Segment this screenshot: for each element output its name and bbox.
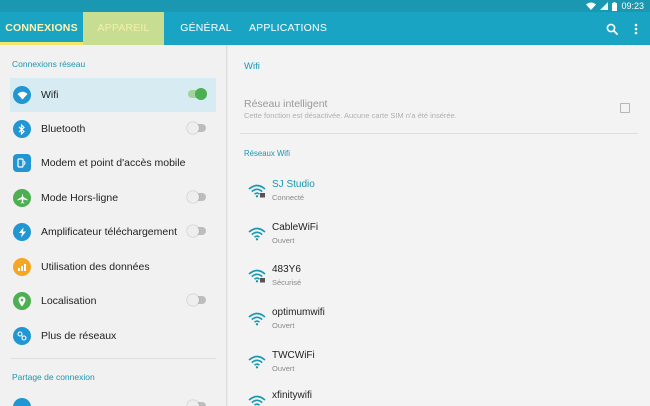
menu-item-label: Wifi [41,89,59,101]
network-name: TWCWiFi [272,350,315,361]
wifi-secured-icon [248,184,266,198]
menu-item-modem[interactable]: Modem et point d'accès mobile [10,146,216,180]
wifi-status-icon [586,2,597,10]
battery-icon [612,1,618,11]
panel-title: Wifi [244,61,260,72]
menu-item-airplane[interactable]: Mode Hors-ligne [10,181,216,215]
smart-network-checkbox[interactable] [620,103,630,113]
menu-item-download-booster[interactable]: Amplificateur téléchargement [10,215,216,249]
menu-item-label: Mode Hors-ligne [41,192,119,204]
section-connexions-reseau: Connexions réseau [12,59,86,69]
wifi-toggle[interactable] [188,88,207,100]
network-item-sj-studio[interactable]: SJ Studio Connecté [244,176,634,210]
menu-item-label: Localisation [41,295,97,307]
smart-network-desc: Cette fonction est désactivée. Aucune ca… [244,111,457,120]
bluetooth-toggle[interactable] [187,122,206,134]
network-item-cablewifi[interactable]: CableWiFi Ouvert [244,219,634,253]
more-options-icon[interactable] [634,23,638,35]
menu-item-more-networks[interactable]: Plus de réseaux [10,319,216,353]
wifi-icon [248,355,266,369]
network-name: CableWiFi [272,222,319,233]
network-status: Ouvert [272,364,295,373]
tab-general[interactable]: GÉNÉRAL [166,12,246,45]
tab-connexions[interactable]: CONNEXIONS [0,12,83,45]
tab-applications[interactable]: APPLICATIONS [246,12,330,45]
data-usage-icon [13,258,31,276]
airplane-toggle[interactable] [187,191,206,203]
menu-item-data-usage[interactable]: Utilisation des données [10,250,216,284]
network-name: xfinitywifi [272,390,313,401]
airplane-icon [13,189,31,207]
network-item-483y6[interactable]: 483Y6 Sécurisé [244,261,634,295]
share-icon [13,398,31,406]
status-bar: 09:23 [0,0,650,12]
lightning-icon [13,223,31,241]
menu-item-label: Modem et point d'accès mobile [41,157,186,169]
menu-item-label: Bluetooth [41,123,86,135]
network-status: Ouvert [272,236,295,245]
section-partage-connexion: Partage de connexion [12,372,95,382]
tab-bar: CONNEXIONS APPAREIL GÉNÉRAL APPLICATIONS [0,12,650,45]
tethering-icon [13,154,31,172]
smart-network-title: Réseau intelligent [244,98,328,110]
menu-item-partial[interactable] [10,390,216,406]
location-toggle[interactable] [187,294,206,306]
network-status: Connecté [272,193,305,202]
wifi-icon [248,312,266,326]
wifi-icon [13,86,31,104]
wifi-icon [248,227,266,241]
wifi-icon [248,395,266,406]
menu-item-label: Amplificateur téléchargement [41,226,177,238]
network-status: Sécurisé [272,278,302,287]
wifi-networks-heading: Réseaux Wifi [244,149,290,158]
menu-item-bluetooth[interactable]: Bluetooth [10,112,216,146]
partial-toggle[interactable] [187,400,206,406]
menu-item-location[interactable]: Localisation [10,284,216,318]
divider [10,358,216,359]
network-name: 483Y6 [272,264,301,275]
bluetooth-icon [13,120,31,138]
menu-item-wifi[interactable]: Wifi [10,78,216,112]
menu-item-label: Plus de réseaux [41,330,117,342]
network-item-twcwifi[interactable]: TWCWiFi Ouvert [244,347,634,381]
wifi-detail-panel: Wifi Réseau intelligent Cette fonction e… [228,45,650,406]
divider [240,133,638,134]
network-item-xfinitywifi[interactable]: xfinitywifi [244,387,634,406]
network-status: Ouvert [272,321,295,330]
signal-icon [600,2,609,10]
menu-item-label: Utilisation des données [41,261,150,273]
network-name: optimumwifi [272,307,325,318]
booster-toggle[interactable] [187,225,206,237]
settings-menu: Connexions réseau Wifi Bluetooth Modem e… [0,45,227,406]
clock: 09:23 [621,1,644,11]
network-item-optimumwifi[interactable]: optimumwifi Ouvert [244,304,634,338]
location-icon [13,292,31,310]
tab-appareil[interactable]: APPAREIL [83,12,164,45]
search-icon[interactable] [606,23,618,35]
wifi-secured-icon [248,269,266,283]
network-name: SJ Studio [272,179,315,190]
more-networks-icon [13,327,31,345]
